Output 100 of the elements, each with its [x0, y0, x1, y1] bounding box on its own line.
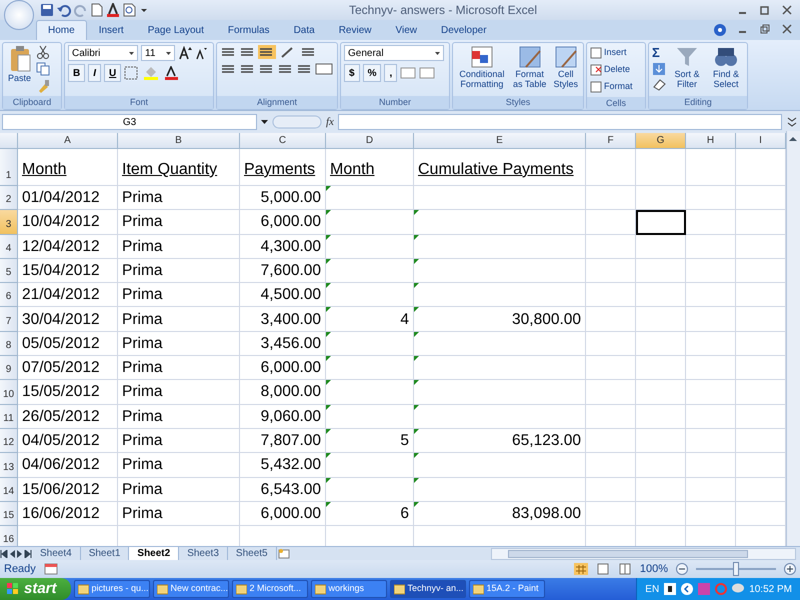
table-cell[interactable] — [686, 502, 736, 526]
table-cell[interactable]: 3,456.00 — [240, 332, 326, 356]
column-header[interactable]: C — [240, 133, 326, 149]
row-header[interactable]: 2 — [0, 186, 18, 210]
row-header[interactable]: 4 — [0, 234, 18, 259]
expand-icon[interactable] — [786, 115, 798, 129]
table-cell[interactable]: 4 — [326, 307, 414, 332]
table-cell[interactable]: 04/06/2012 — [18, 453, 118, 478]
table-cell[interactable] — [586, 258, 636, 284]
copy-icon[interactable] — [36, 62, 50, 76]
insert-function-button[interactable]: fx — [326, 114, 334, 130]
page-break-view-icon[interactable] — [618, 563, 632, 575]
table-cell[interactable] — [686, 478, 736, 502]
table-cell[interactable] — [636, 428, 686, 454]
table-cell[interactable] — [414, 356, 586, 380]
table-cell[interactable] — [326, 453, 414, 478]
percent-button[interactable]: % — [362, 64, 382, 82]
horizontal-scrollbar[interactable] — [490, 548, 796, 560]
name-box[interactable]: G3 — [2, 114, 257, 130]
table-cell[interactable] — [636, 258, 686, 284]
table-cell[interactable] — [586, 210, 636, 235]
close-icon[interactable] — [782, 24, 792, 34]
font-color-icon[interactable] — [164, 66, 180, 80]
row-header[interactable]: 8 — [0, 332, 18, 356]
format-button[interactable]: Format — [590, 79, 633, 95]
number-format-dropdown[interactable]: General — [344, 45, 444, 61]
zoom-in-icon[interactable] — [784, 563, 796, 575]
zoom-out-icon[interactable] — [676, 563, 688, 575]
select-all-corner[interactable] — [0, 133, 18, 149]
table-cell[interactable]: Month — [18, 149, 118, 186]
table-cell[interactable] — [414, 186, 586, 210]
table-cell[interactable] — [636, 307, 686, 332]
taskbar-button[interactable]: Technyv- an... — [390, 580, 466, 598]
table-cell[interactable] — [586, 186, 636, 210]
first-sheet-icon[interactable] — [0, 550, 8, 558]
sheet-tab[interactable]: Sheet2 — [129, 547, 180, 560]
next-sheet-icon[interactable] — [16, 550, 24, 558]
table-cell[interactable] — [414, 404, 586, 429]
table-cell[interactable]: Prima — [118, 404, 240, 429]
ribbon-tab[interactable]: Insert — [86, 20, 136, 40]
table-cell[interactable] — [326, 186, 414, 210]
table-cell[interactable] — [586, 234, 636, 259]
font-color-icon[interactable] — [106, 3, 120, 17]
taskbar-button[interactable]: workings — [310, 580, 387, 598]
bold-button[interactable]: B — [68, 64, 86, 82]
decrease-decimal-icon[interactable] — [419, 66, 436, 80]
fill-icon[interactable] — [652, 62, 666, 76]
table-cell[interactable] — [686, 258, 736, 284]
table-cell[interactable] — [686, 453, 736, 478]
ribbon-tab[interactable]: Review — [326, 20, 384, 40]
table-cell[interactable] — [326, 404, 414, 429]
column-header[interactable]: I — [736, 133, 786, 149]
table-cell[interactable]: Prima — [118, 283, 240, 308]
column-header[interactable]: F — [586, 133, 636, 149]
ribbon-tab[interactable]: Home — [36, 20, 87, 40]
tray-app-icon[interactable] — [698, 583, 710, 595]
chevron-icon[interactable] — [681, 583, 694, 595]
table-cell[interactable] — [636, 380, 686, 405]
table-cell[interactable] — [686, 149, 736, 186]
table-cell[interactable]: Prima — [118, 234, 240, 259]
table-cell[interactable]: Prima — [118, 502, 240, 526]
table-cell[interactable] — [326, 332, 414, 356]
font-name-dropdown[interactable]: Calibri — [68, 45, 138, 61]
maximize-icon[interactable] — [760, 5, 770, 15]
table-cell[interactable] — [326, 380, 414, 405]
table-cell[interactable]: Cumulative Payments — [414, 149, 586, 186]
table-cell[interactable]: Item Quantity — [118, 149, 240, 186]
ribbon-tab[interactable]: Data — [282, 20, 327, 40]
previous-sheet-icon[interactable] — [8, 550, 16, 558]
taskbar-button[interactable]: pictures - qu... — [74, 580, 150, 598]
table-cell[interactable]: Prima — [118, 332, 240, 356]
find-select-button[interactable]: Find & Select — [708, 45, 744, 89]
undo-icon[interactable] — [57, 3, 71, 17]
table-cell[interactable]: Prima — [118, 478, 240, 502]
table-cell[interactable] — [636, 149, 686, 186]
table-cell[interactable]: 6 — [326, 502, 414, 526]
table-cell[interactable] — [586, 149, 636, 186]
table-cell[interactable]: Prima — [118, 186, 240, 210]
shrink-font-icon[interactable] — [195, 46, 207, 60]
column-header[interactable]: D — [326, 133, 414, 149]
table-cell[interactable] — [686, 428, 736, 454]
column-header[interactable]: A — [18, 133, 118, 149]
currency-button[interactable]: $ — [344, 64, 360, 82]
table-cell[interactable] — [414, 453, 586, 478]
table-cell[interactable]: Prima — [118, 307, 240, 332]
table-cell[interactable]: 6,000.00 — [240, 502, 326, 526]
table-cell[interactable]: 6,000.00 — [240, 356, 326, 380]
table-cell[interactable] — [414, 380, 586, 405]
paste-button[interactable]: Paste — [6, 45, 34, 83]
ribbon-tab[interactable]: Formulas — [216, 20, 282, 40]
bottom-align-icon[interactable] — [258, 45, 276, 59]
table-cell[interactable] — [686, 234, 736, 259]
office-button[interactable] — [4, 0, 34, 30]
table-cell[interactable] — [636, 283, 686, 308]
table-cell[interactable]: 6,000.00 — [240, 210, 326, 235]
cell-styles-button[interactable]: Cell Styles — [552, 45, 580, 89]
last-sheet-icon[interactable] — [24, 550, 32, 558]
table-cell[interactable] — [414, 210, 586, 235]
save-icon[interactable] — [40, 3, 54, 17]
grow-font-icon[interactable] — [178, 46, 192, 60]
